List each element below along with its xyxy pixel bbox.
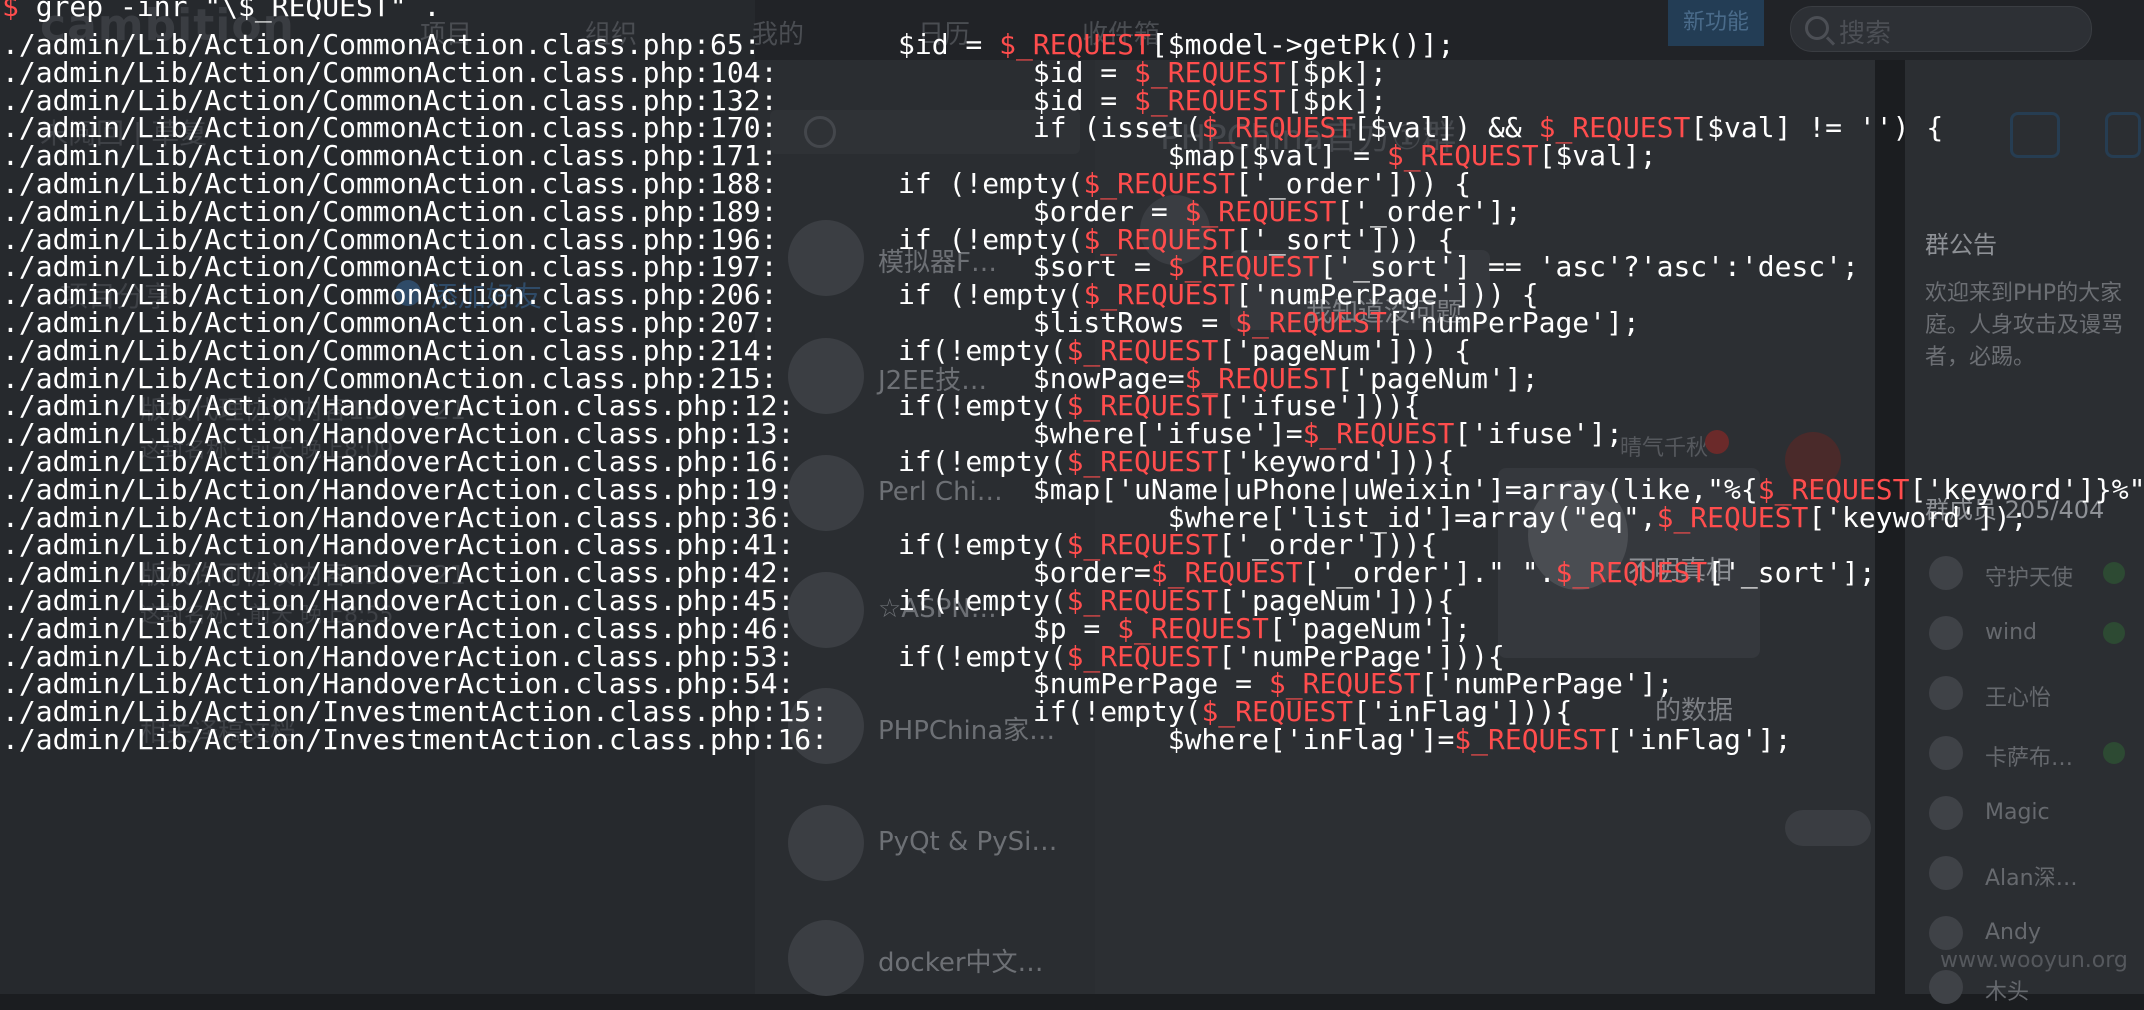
code-text: ['inFlag']; — [1606, 723, 1792, 756]
code-text: [$val] != '') { — [1690, 111, 1944, 145]
grep-code-snippet: $where['inFlag']=$_REQUEST['inFlag']; — [898, 721, 1792, 759]
code-text: ['keyword']); — [1808, 500, 2028, 534]
terminal-prompt: $ grep -inr "\$_REQUEST" . — [2, 0, 440, 26]
terminal-output[interactable]: $ grep -inr "\$_REQUEST" . ./admin/Lib/A… — [0, 0, 2144, 998]
terminal-command: grep -inr "\$_REQUEST" . — [18, 0, 441, 23]
code-text: $where['inFlag']= — [898, 723, 1455, 756]
match-highlight: $_REQUEST — [1454, 723, 1607, 756]
prompt-symbol: $ — [2, 0, 19, 23]
match-highlight: $_REQUEST — [1656, 500, 1809, 534]
match-highlight: $_REQUEST — [1555, 556, 1708, 590]
code-text: ['ifuse']; — [1454, 417, 1623, 451]
grep-file-path: ./admin/Lib/Action/InvestmentAction.clas… — [2, 723, 829, 756]
grep-result-line: ./admin/Lib/Action/InvestmentAction.clas… — [2, 721, 1791, 759]
code-text: ['_sort']; — [1707, 556, 1876, 590]
code-text: [$val]; — [1538, 139, 1657, 173]
